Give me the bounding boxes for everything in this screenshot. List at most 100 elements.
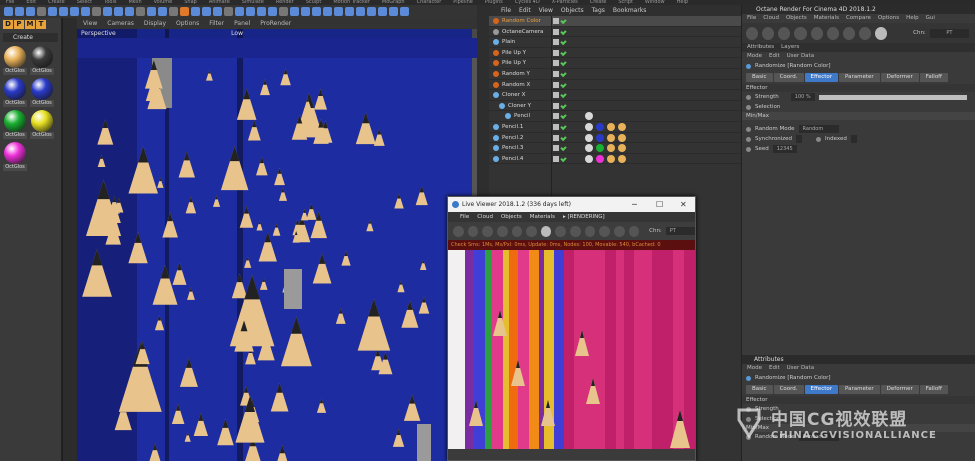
object-row[interactable]: Random Color <box>489 16 741 27</box>
panel-tab-attributes[interactable]: Attributes <box>747 43 774 52</box>
tab-coord[interactable]: Coord. <box>773 73 804 82</box>
tab-falloff[interactable]: Falloff <box>919 385 948 394</box>
object-row[interactable]: Pencil.1 <box>489 122 741 133</box>
toolbar-tool-icon[interactable] <box>125 7 134 16</box>
material-tag-icon[interactable] <box>607 122 615 131</box>
toolbar-tool-icon[interactable] <box>246 7 255 16</box>
send-scene-icon[interactable] <box>453 225 464 237</box>
viewport-menu-cameras[interactable]: Cameras <box>107 18 134 29</box>
attribute-menu-user-data[interactable]: User Data <box>787 52 814 61</box>
anim-dot-icon[interactable] <box>746 104 751 110</box>
object-row[interactable]: OctaneCamera <box>489 27 741 38</box>
object-row[interactable]: Cloner Y <box>489 101 741 112</box>
attribute-menu-edit[interactable]: Edit <box>769 52 780 61</box>
close-icon[interactable]: ✕ <box>680 197 687 212</box>
film-region-icon[interactable] <box>613 225 625 237</box>
material-swatch[interactable]: OctGlos <box>30 78 54 107</box>
octane-menu-file[interactable]: File <box>747 14 756 23</box>
object-row[interactable]: Pencil <box>489 111 741 122</box>
settings-icon[interactable] <box>511 225 523 237</box>
tab-parameter[interactable]: Parameter <box>839 73 880 82</box>
visibility-toggle[interactable] <box>553 18 559 24</box>
toolbar-tool-icon[interactable] <box>26 7 35 16</box>
octane-menu-cloud[interactable]: Cloud <box>763 14 779 23</box>
material-swatch[interactable]: OctGlos <box>3 142 27 171</box>
toolbar-tool-icon[interactable] <box>301 7 310 16</box>
material-swatch[interactable]: OctGlos <box>3 78 27 107</box>
visibility-toggle[interactable] <box>553 102 559 109</box>
visibility-toggle[interactable] <box>553 81 559 88</box>
object-row[interactable]: Random X <box>489 80 741 91</box>
send-scene-icon[interactable] <box>746 26 759 40</box>
material-swatch[interactable]: OctGlos <box>3 110 27 139</box>
toolbar-tool-icon[interactable] <box>202 7 211 16</box>
lock-icon[interactable] <box>826 26 839 40</box>
material-tab-p[interactable]: P <box>14 20 24 29</box>
seed-field[interactable]: 12345 <box>772 145 797 153</box>
object-row[interactable]: Pencil.3 <box>489 143 741 154</box>
object-menu-bookmarks[interactable]: Bookmarks <box>613 5 647 16</box>
material-tab-m[interactable]: M <box>25 20 35 29</box>
visibility-toggle[interactable] <box>553 113 559 120</box>
visibility-toggle[interactable] <box>553 145 559 152</box>
toolbar-tool-icon[interactable] <box>213 7 222 16</box>
maximize-icon[interactable]: ☐ <box>656 197 663 212</box>
toolbar-tool-icon[interactable] <box>279 7 288 16</box>
object-menu-objects[interactable]: Objects <box>561 5 584 16</box>
material-create-menu[interactable]: Create <box>3 33 58 42</box>
visibility-toggle[interactable] <box>553 28 559 35</box>
object-row[interactable]: Cloner X <box>489 90 741 101</box>
octane-menu-materials[interactable]: Materials <box>814 14 839 23</box>
anim-dot-icon[interactable] <box>746 94 751 100</box>
indexed-checkbox[interactable] <box>850 135 857 143</box>
toolbar-tool-icon[interactable] <box>257 7 266 16</box>
sphere-icon[interactable] <box>875 26 888 40</box>
pause-icon[interactable] <box>778 26 791 40</box>
material-tag-icon[interactable] <box>618 122 626 131</box>
tab-basic[interactable]: Basic <box>746 73 773 82</box>
object-menu-file[interactable]: File <box>501 5 511 16</box>
pick-focus-icon[interactable] <box>858 26 871 40</box>
toolbar-tool-icon[interactable] <box>103 7 112 16</box>
viewport-menu-prorender[interactable]: ProRender <box>260 18 291 29</box>
random-mode-select[interactable]: Random <box>798 125 839 133</box>
region-icon[interactable] <box>842 26 855 40</box>
restart-icon[interactable] <box>762 26 775 40</box>
toolbar-tool-icon[interactable] <box>345 7 354 16</box>
object-row[interactable]: Random Y <box>489 69 741 80</box>
material-tag-icon[interactable] <box>607 154 615 163</box>
camera-label[interactable]: Perspective <box>81 29 116 38</box>
snapshot-icon[interactable] <box>628 225 640 237</box>
enabled-check-icon[interactable] <box>560 102 567 109</box>
enabled-check-icon[interactable] <box>560 28 567 35</box>
toolbar-tool-icon[interactable] <box>136 7 145 16</box>
viewport-menu-options[interactable]: Options <box>176 18 199 29</box>
toolbar-tool-icon[interactable] <box>334 7 343 16</box>
enabled-check-icon[interactable] <box>560 81 567 88</box>
attribute-menu-mode[interactable]: Mode <box>747 52 762 61</box>
minimize-icon[interactable]: ─ <box>632 197 637 212</box>
attribute-menu-mode[interactable]: Mode <box>747 364 762 373</box>
object-row[interactable]: Pile Up Y <box>489 58 741 69</box>
pause-icon[interactable] <box>482 225 493 237</box>
toolbar-tool-icon[interactable] <box>400 7 409 16</box>
visibility-toggle[interactable] <box>553 60 559 67</box>
toolbar-tool-icon[interactable] <box>389 7 398 16</box>
lv-menu-cloud[interactable]: Cloud <box>477 212 493 222</box>
lv-channel-select[interactable]: PT <box>665 227 696 235</box>
anim-dot-icon[interactable] <box>746 136 751 142</box>
enabled-check-icon[interactable] <box>560 49 567 56</box>
material-tag-icon[interactable] <box>585 144 593 153</box>
material-swatch[interactable]: OctGlos <box>30 46 54 75</box>
octane-menu-gui[interactable]: Gui <box>926 14 935 23</box>
enabled-check-icon[interactable] <box>560 123 567 131</box>
visibility-toggle[interactable] <box>553 49 559 56</box>
sphere-icon[interactable] <box>540 225 552 237</box>
object-menu-tags[interactable]: Tags <box>592 5 605 16</box>
material-tag-icon[interactable] <box>607 144 615 153</box>
panel-tab-layers[interactable]: Layers <box>781 43 799 52</box>
tab-coord[interactable]: Coord. <box>773 385 804 394</box>
octane-menu-objects[interactable]: Objects <box>786 14 807 23</box>
toolbar-tool-icon[interactable] <box>37 7 46 16</box>
strength-slider[interactable] <box>818 94 967 100</box>
